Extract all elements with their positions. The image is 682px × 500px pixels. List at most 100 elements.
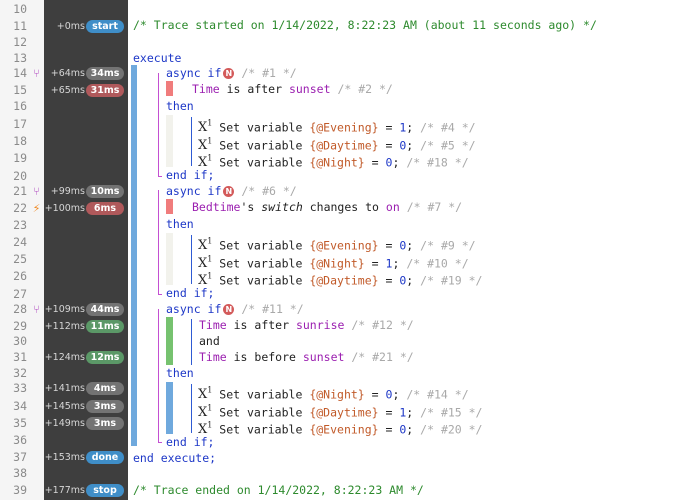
set-variable-10[interactable]: X1 Set variable {@Night} = 1; /* #10 */ [198,251,469,271]
then-keyword: then [166,99,194,113]
is-before-op: is before [226,350,303,364]
trace-duration-pill[interactable]: 3ms [86,400,124,413]
line-number: 19 [13,151,27,165]
comment-21: /* #21 */ [351,350,414,364]
comment-6: /* #6 */ [241,184,297,198]
gutter-row: 37 +153ms done [0,449,682,466]
if-6-block-end [158,294,162,295]
line-number: 18 [13,134,27,148]
comment-2: /* #2 */ [337,82,393,96]
line-number: 30 [13,334,27,348]
switch-attribute: switch [261,200,303,214]
async-if-1[interactable]: async if N /* #1 */ [166,65,297,82]
comment-1: /* #1 */ [241,66,297,80]
line-number: 28 [13,302,27,316]
condition-7-false-bar [166,199,173,214]
set-variable-label: Set variable [219,422,303,437]
branch-icon: ⑂ [33,303,40,316]
if-11-block-line [158,309,159,443]
set-variable-4[interactable]: X1 Set variable {@Evening} = 1; /* #4 */ [198,115,476,135]
trace-duration-pill[interactable]: 6ms [86,202,124,215]
set-variable-5[interactable]: X1 Set variable {@Daytime} = 0; /* #5 */ [198,133,476,153]
bedtime-device: Bedtime [192,200,241,214]
var-night: {@Night} [309,155,365,170]
gutter-row: 23 [0,217,682,234]
trace-timestamp: +109ms [44,304,85,315]
set-variable-15[interactable]: X1 Set variable {@Daytime} = 1; /* #15 *… [198,400,482,420]
set-variable-19[interactable]: X1 Set variable {@Daytime} = 0; /* #19 *… [198,268,483,288]
set-variable-label: Set variable [219,273,303,288]
condition-7[interactable]: Bedtime's switch changes to on /* #7 */ [192,199,462,216]
set-variable-14[interactable]: X1 Set variable {@Night} = 0; /* #14 */ [198,382,469,402]
gutter-row: 10 [0,1,682,18]
comment-18: /* #18 */ [406,155,469,170]
gutter-row: 21 ⑂ +99ms 10ms [0,183,682,200]
time-subject: Time [199,350,227,364]
trace-duration-pill[interactable]: 4ms [86,382,124,395]
var-daytime: {@Daytime} [309,273,379,288]
if-6-then-bar [166,233,173,285]
is-after-op: is after [226,318,296,332]
trace-duration-pill[interactable]: 3ms [86,417,124,430]
gutter-row: 12 [0,34,682,51]
trace-duration-pill[interactable]: 34ms [86,67,124,80]
comment-20: /* #20 */ [420,422,483,437]
trace-duration-pill[interactable]: stop [86,484,124,497]
set-variable-9[interactable]: X1 Set variable {@Evening} = 0; /* #9 */ [198,233,476,253]
n-badge: N [223,68,235,79]
trace-duration-pill[interactable]: 31ms [86,84,124,97]
execute-trace-bar [131,65,137,446]
async-if-11[interactable]: async if N /* #11 */ [166,301,304,318]
set-variable-20[interactable]: X1 Set variable {@Evening} = 0; /* #20 *… [198,417,483,437]
trace-duration-pill[interactable]: start [86,20,124,33]
sunrise-value: sunrise [295,318,345,332]
then-keyword: then [166,366,194,380]
trace-ended-comment: /* Trace ended on 1/14/2022, 8:22:23 AM … [133,483,424,497]
if-11-block-end [158,442,162,443]
if-11-then-bar [166,382,173,434]
n-badge: N [223,304,235,315]
trace-duration-pill[interactable]: 12ms [86,351,124,364]
condition-21[interactable]: Time is before sunset /* #21 */ [199,349,414,366]
trace-duration-pill[interactable]: 11ms [86,320,124,333]
bolt-icon: ⚡ [32,202,41,215]
if-1-block-end [158,176,162,177]
gutter-row: 14 ⑂ +64ms 34ms [0,65,682,82]
line-number: 15 [13,83,27,97]
condition-2[interactable]: Time is after sunset /* #2 */ [192,81,393,98]
condition-12[interactable]: Time is after sunrise /* #12 */ [199,317,414,334]
line-number: 23 [13,218,27,232]
sunset-value: sunset [288,82,331,96]
line-number: 33 [13,381,27,395]
line-number: 35 [13,416,27,430]
piston-trace-editor: 10 11 +0ms start 12 13 14 ⑂ +64ms 34ms 15 +65ms 31ms… [0,0,682,500]
trace-timestamp: +141ms [44,383,85,394]
comment-19: /* #19 */ [420,273,483,288]
trace-timestamp: +153ms [44,452,85,463]
condition-2-false-bar [166,81,173,96]
then-keyword: then [166,217,194,231]
gutter-row: 38 [0,465,682,482]
branch-icon: ⑂ [33,185,40,198]
line-number: 39 [13,483,27,497]
end-execute-keyword: end execute; [133,451,217,465]
n-badge: N [223,186,235,197]
line-number: 17 [13,117,27,131]
time-subject: Time [199,318,227,332]
trace-timestamp: +177ms [44,485,85,496]
if-1-then-bar [166,115,173,167]
async-if-6[interactable]: async if N /* #6 */ [166,183,297,200]
set-variable-18[interactable]: X1 Set variable {@Night} = 0; /* #18 */ [198,150,469,170]
trace-duration-pill[interactable]: done [86,451,124,464]
line-number: 10 [13,2,27,16]
if-1-block-line [158,73,159,177]
line-number: 26 [13,269,27,283]
trace-duration-pill[interactable]: 10ms [86,185,124,198]
gutter-row: 16 [0,98,682,115]
if-1-actions-bracket [191,117,192,166]
line-number: 16 [13,99,27,113]
trace-duration-pill[interactable]: 44ms [86,303,124,316]
trace-timestamp: +145ms [44,401,85,412]
trace-timestamp: +64ms [50,68,85,79]
trace-timestamp: +99ms [50,186,85,197]
